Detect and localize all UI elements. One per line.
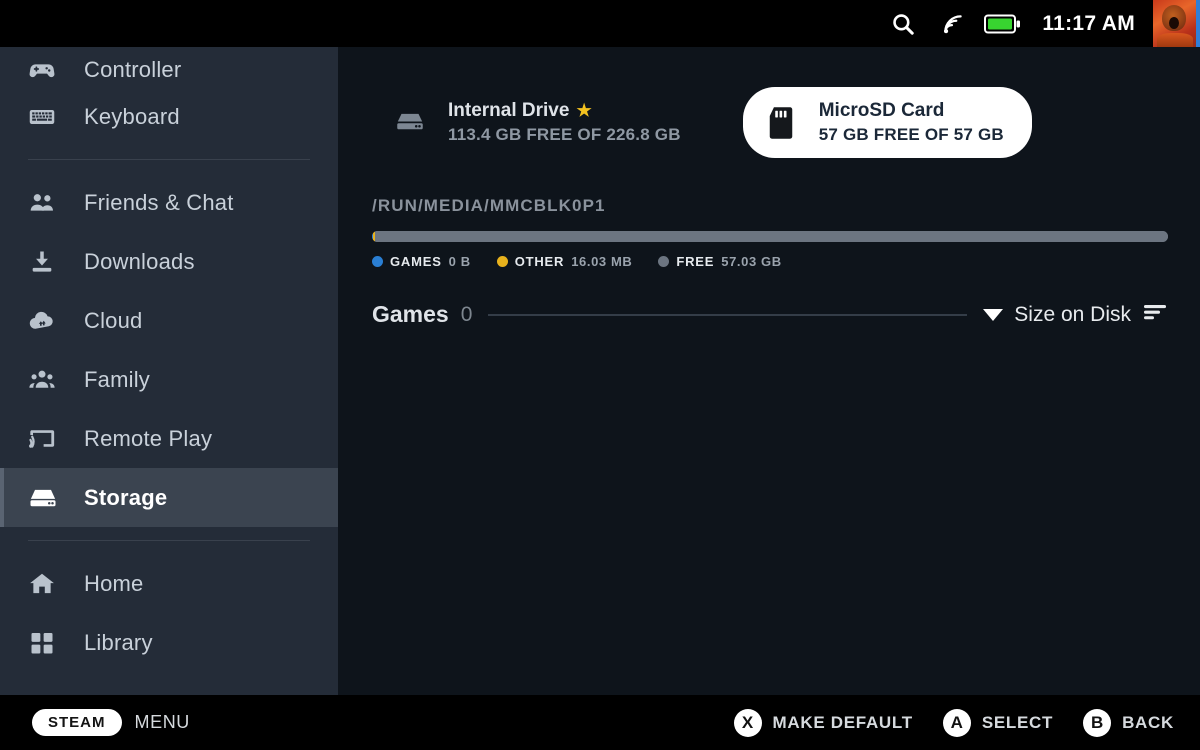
legend-dot-other — [496, 256, 508, 267]
steam-deck-settings-screen: 11:17 AM Controller Keyboard Friends & C… — [0, 0, 1200, 750]
legend-key: GAMES — [390, 254, 442, 269]
sort-control[interactable]: Size on Disk — [983, 301, 1168, 328]
legend-item-free: FREE 57.03 GB — [658, 254, 781, 269]
avatar[interactable] — [1153, 0, 1200, 47]
legend-item-other: OTHER 16.03 MB — [496, 254, 633, 269]
steam-button[interactable]: STEAM — [32, 709, 122, 736]
legend-value: 57.03 GB — [721, 254, 782, 269]
drive-card-microsd[interactable]: MicroSD Card 57 GB FREE OF 57 GB — [742, 87, 1032, 158]
status-bar-icons: 11:17 AM — [878, 0, 1200, 47]
hint-back[interactable]: B BACK — [1083, 708, 1174, 737]
drive-card-internal[interactable]: Internal Drive ★ 113.4 GB FREE OF 226.8 … — [372, 87, 709, 158]
a-button-icon: A — [942, 708, 971, 737]
hint-make-default[interactable]: X MAKE DEFAULT — [733, 708, 913, 737]
drive-name: MicroSD Card — [818, 100, 945, 121]
drive-card-text: Internal Drive ★ 113.4 GB FREE OF 226.8 … — [448, 100, 681, 145]
avatar-mouth — [1169, 17, 1179, 29]
legend-value: 16.03 MB — [571, 254, 633, 269]
clock: 11:17 AM — [1042, 11, 1135, 35]
section-rule — [488, 313, 968, 316]
games-section-header: Games 0 Size on Disk — [372, 301, 1168, 328]
sidebar-item-library[interactable]: Library — [0, 613, 338, 672]
legend-key: OTHER — [514, 254, 565, 269]
games-title: Games — [372, 301, 449, 327]
library-icon — [28, 629, 72, 657]
drive-capacity: 113.4 GB FREE OF 226.8 GB — [448, 125, 681, 144]
legend-dot-free — [658, 256, 670, 267]
search-icon[interactable] — [878, 0, 928, 47]
drive-name: Internal Drive — [448, 100, 570, 121]
legend-item-games: GAMES 0 B — [372, 254, 471, 269]
sidebar-item-keyboard[interactable]: Keyboard — [0, 87, 338, 146]
microsd-card-icon — [761, 106, 801, 140]
gamepad-icon — [28, 55, 72, 83]
battery-icon[interactable] — [978, 0, 1028, 47]
storage-icon — [28, 483, 72, 513]
sort-icon[interactable] — [1142, 301, 1168, 328]
download-icon — [28, 248, 72, 276]
sidebar-item-home[interactable]: Home — [0, 554, 338, 613]
sidebar-item-label: Home — [84, 570, 144, 596]
sidebar-item-label: Storage — [84, 484, 168, 510]
sidebar-divider — [28, 540, 310, 541]
sidebar-item-remote-play[interactable]: Remote Play — [0, 409, 338, 468]
mount-path: /RUN/MEDIA/MMCBLK0P1 — [372, 196, 606, 215]
keyboard-icon — [28, 103, 72, 131]
avatar-status-rim — [1196, 0, 1200, 47]
menu-label: MENU — [134, 712, 190, 732]
family-icon — [28, 366, 72, 394]
wifi-icon[interactable] — [928, 0, 978, 47]
sidebar-item-cloud[interactable]: Cloud — [0, 291, 338, 350]
sidebar-item-label: Downloads — [84, 248, 195, 274]
chevron-down-icon[interactable] — [983, 308, 1004, 321]
avatar-body — [1157, 33, 1193, 47]
sidebar-item-label: Family — [84, 366, 150, 392]
x-button-icon: X — [733, 708, 762, 737]
footer-bar: STEAM MENU X MAKE DEFAULT A SELECT B BAC… — [0, 695, 1200, 750]
internal-drive-icon — [390, 106, 430, 140]
sort-label: Size on Disk — [1014, 302, 1131, 326]
sidebar-divider — [28, 159, 310, 160]
drive-name-row: Internal Drive ★ — [448, 100, 681, 122]
sidebar-nav[interactable]: Controller Keyboard Friends & Chat Downl… — [0, 47, 338, 695]
sidebar-item-friends-chat[interactable]: Friends & Chat — [0, 173, 338, 232]
home-icon — [28, 570, 72, 598]
usage-segment-free — [375, 231, 1168, 242]
remote-play-icon — [28, 425, 72, 453]
legend-key: FREE — [676, 254, 715, 269]
sidebar-item-label: Controller — [84, 57, 182, 82]
default-drive-star-icon: ★ — [576, 101, 592, 120]
drive-capacity: 57 GB FREE OF 57 GB — [818, 125, 1004, 144]
hint-label: SELECT — [981, 712, 1054, 732]
sidebar-item-label: Keyboard — [84, 103, 180, 129]
sidebar-item-label: Library — [84, 629, 153, 655]
sidebar-item-label: Friends & Chat — [84, 189, 234, 215]
legend-dot-games — [372, 256, 383, 267]
storage-panel: Internal Drive ★ 113.4 GB FREE OF 226.8 … — [338, 47, 1200, 695]
hint-label: BACK — [1122, 712, 1174, 732]
friends-icon — [28, 189, 72, 217]
cloud-icon — [28, 307, 72, 335]
drive-card-text: MicroSD Card 57 GB FREE OF 57 GB — [819, 100, 1004, 145]
status-bar: 11:17 AM — [0, 0, 1200, 47]
sidebar-item-label: Cloud — [84, 307, 143, 333]
sidebar-item-storage[interactable]: Storage — [0, 468, 338, 527]
storage-usage-bar — [372, 231, 1168, 242]
sidebar-item-downloads[interactable]: Downloads — [0, 232, 338, 291]
sidebar-item-controller[interactable]: Controller — [0, 47, 338, 87]
sidebar-item-label: Remote Play — [84, 425, 213, 451]
games-count: 0 — [460, 302, 473, 326]
hint-label: MAKE DEFAULT — [772, 712, 913, 732]
hint-select[interactable]: A SELECT — [942, 708, 1054, 737]
storage-legend: GAMES 0 B OTHER 16.03 MB FREE 57.03 GB — [372, 254, 1200, 269]
sidebar-item-family[interactable]: Family — [0, 350, 338, 409]
button-hints: X MAKE DEFAULT A SELECT B BACK — [733, 708, 1200, 737]
drive-selector: Internal Drive ★ 113.4 GB FREE OF 226.8 … — [338, 47, 1200, 158]
b-button-icon: B — [1083, 708, 1112, 737]
legend-value: 0 B — [448, 254, 471, 269]
